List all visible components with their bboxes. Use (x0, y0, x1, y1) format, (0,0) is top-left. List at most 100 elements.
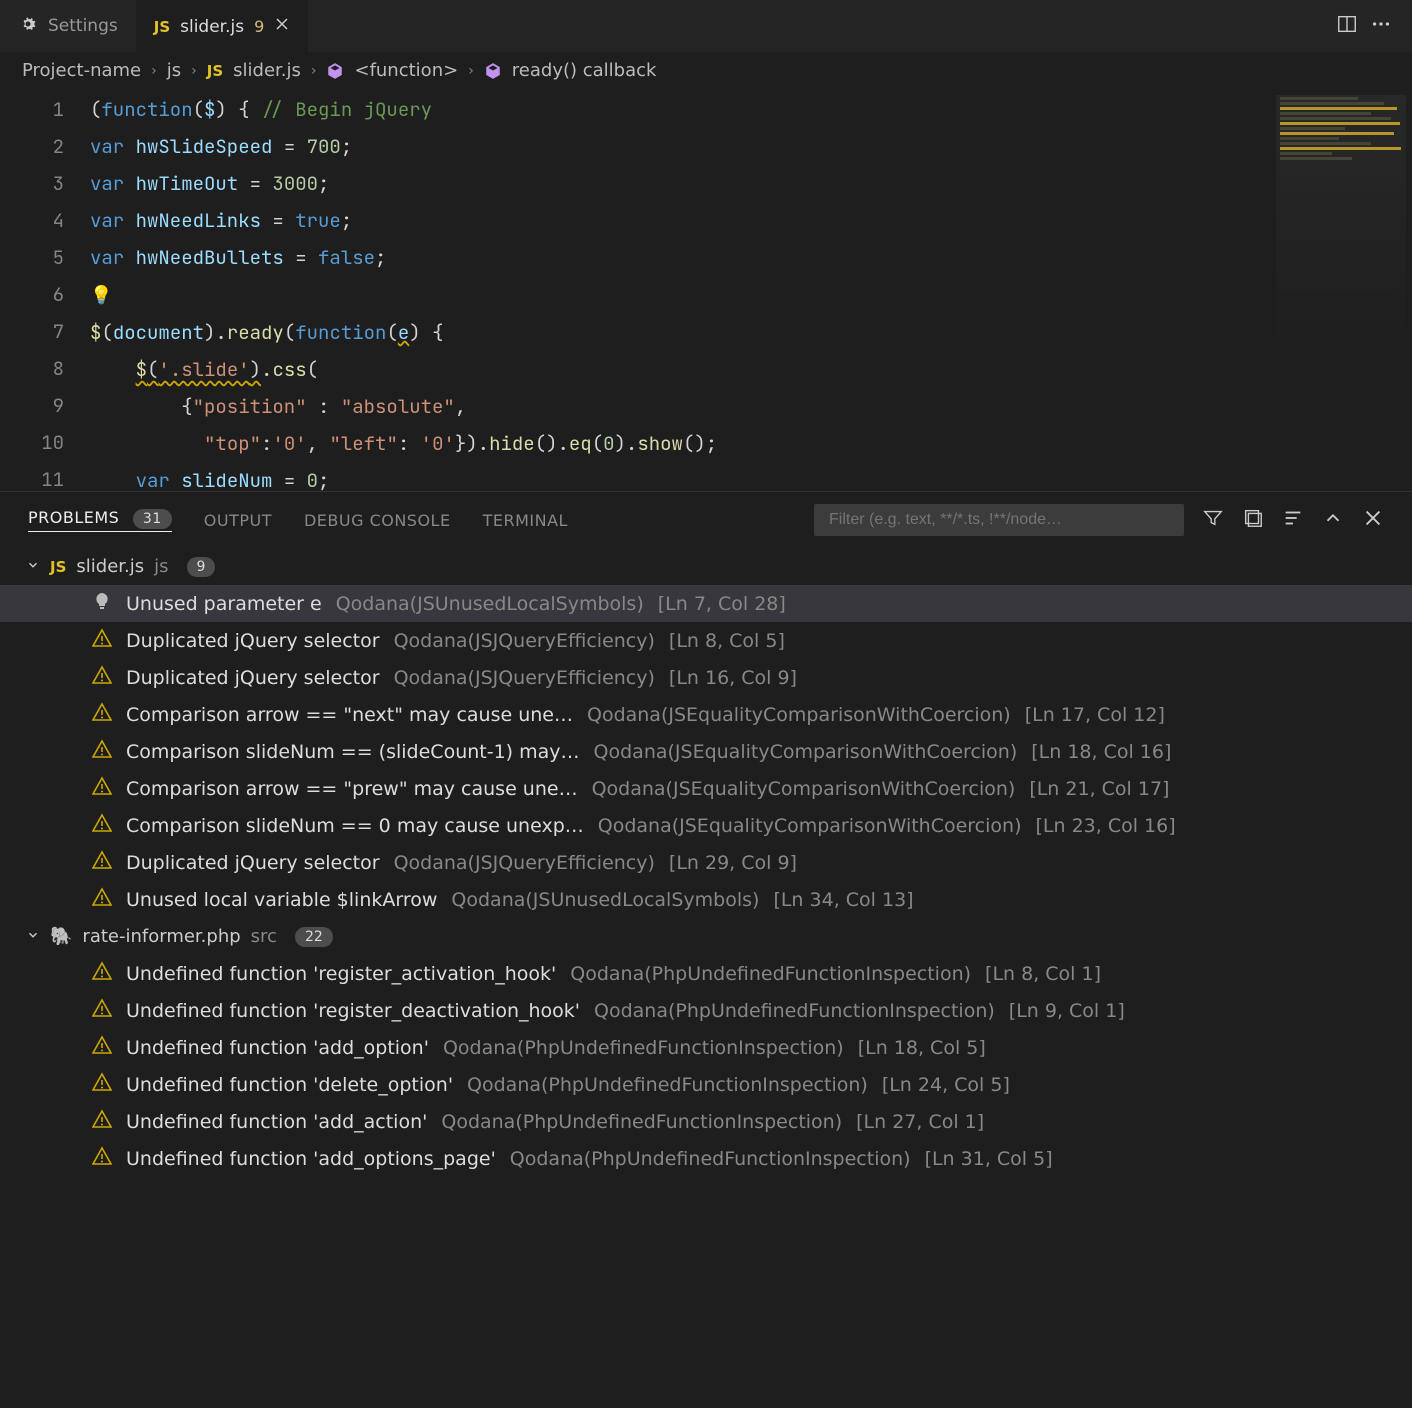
problem-location: [Ln 16, Col 9] (669, 667, 797, 689)
breadcrumb-segment[interactable]: ready() callback (512, 60, 657, 81)
problem-source: Qodana(PhpUndefinedFunctionInspection) (443, 1037, 844, 1059)
problem-message: Comparison slideNum == 0 may cause unexp… (126, 815, 584, 837)
tab-settings[interactable]: Settings (0, 0, 136, 52)
filter-icon[interactable] (1202, 507, 1224, 533)
gear-icon (18, 14, 38, 39)
breadcrumb: Project-name › js › JS slider.js › <func… (0, 52, 1412, 91)
problem-item[interactable]: Comparison arrow == "prew" may cause une… (0, 770, 1412, 807)
problem-message: Undefined function 'add_option' (126, 1037, 429, 1059)
code-line[interactable]: var slideNum = 0; (90, 462, 1412, 491)
problem-message: Unused parameter e (126, 593, 322, 615)
close-panel-icon[interactable] (1362, 507, 1384, 533)
problem-source: Qodana(JSEqualityComparisonWithCoercion) (598, 815, 1022, 837)
line-number: 11 (0, 461, 64, 491)
problem-location: [Ln 9, Col 1] (1009, 1000, 1125, 1022)
code-editor[interactable]: 12345678910111213 (function($) { // Begi… (0, 91, 1412, 491)
problem-item[interactable]: Comparison arrow == "next" may cause une… (0, 696, 1412, 733)
line-number: 4 (0, 202, 64, 239)
problem-item[interactable]: Comparison slideNum == 0 may cause unexp… (0, 807, 1412, 844)
minimap[interactable] (1276, 95, 1406, 355)
warning-icon (92, 1072, 112, 1097)
code-line[interactable]: var hwSlideSpeed = 700; (90, 128, 1412, 165)
more-icon[interactable] (1370, 13, 1392, 40)
problem-source: Qodana(PhpUndefinedFunctionInspection) (510, 1148, 911, 1170)
problem-item[interactable]: Unused parameter e Qodana(JSUnusedLocalSy… (0, 585, 1412, 622)
problem-location: [Ln 18, Col 16] (1031, 741, 1171, 763)
symbol-function-icon (484, 62, 502, 80)
problem-location: [Ln 29, Col 9] (669, 852, 797, 874)
problems-filter-input[interactable] (814, 504, 1184, 536)
code-content[interactable]: (function($) { // Begin jQueryvar hwSlid… (90, 91, 1412, 491)
tab-output[interactable]: OUTPUT (204, 511, 272, 530)
chevron-up-icon[interactable] (1322, 507, 1344, 533)
problem-location: [Ln 27, Col 1] (856, 1111, 984, 1133)
breadcrumb-segment[interactable]: js (167, 60, 181, 81)
code-line[interactable]: "top":'0', "left": '0'}).hide().eq(0).sh… (90, 425, 1412, 462)
file-name: rate-informer.php (82, 926, 240, 947)
warning-icon (92, 628, 112, 653)
problem-message: Comparison arrow == "prew" may cause une… (126, 778, 578, 800)
close-icon[interactable] (274, 16, 290, 37)
tab-terminal[interactable]: TERMINAL (483, 511, 568, 530)
code-line[interactable]: $('.slide').css( (90, 351, 1412, 388)
split-editor-icon[interactable] (1336, 13, 1358, 40)
problem-message: Unused local variable $linkArrow (126, 889, 437, 911)
problem-item[interactable]: Undefined function 'delete_option'Qodana… (0, 1066, 1412, 1103)
problem-message: Duplicated jQuery selector (126, 630, 380, 652)
warning-icon (92, 665, 112, 690)
problem-item[interactable]: Undefined function 'add_option' Qodana(Ph… (0, 1029, 1412, 1066)
problem-item[interactable]: Undefined function 'register_activation_… (0, 955, 1412, 992)
problem-message: Undefined function 'delete_option' (126, 1074, 453, 1096)
problem-item[interactable]: Undefined function 'add_action'Qodana(Ph… (0, 1103, 1412, 1140)
problem-item[interactable]: Undefined function 'add_options_page' Qod… (0, 1140, 1412, 1177)
problem-message: Undefined function 'add_options_page' (126, 1148, 496, 1170)
problem-location: [Ln 8, Col 5] (669, 630, 785, 652)
problem-item[interactable]: Unused local variable $linkArrowQodana(J… (0, 881, 1412, 918)
problem-location: [Ln 23, Col 16] (1036, 815, 1176, 837)
warning-icon (92, 887, 112, 912)
php-file-icon: 🐘 (50, 926, 72, 947)
tab-problems[interactable]: PROBLEMS 31 (28, 508, 172, 532)
problem-source: Qodana(JSJQueryEfficiency) (394, 667, 655, 689)
problem-file-group[interactable]: 🐘 rate-informer.php src 22 (0, 918, 1412, 955)
warning-icon (92, 961, 112, 986)
problem-item[interactable]: Comparison slideNum == (slideCount-1) ma… (0, 733, 1412, 770)
tab-slider-js[interactable]: JS slider.js 9 (136, 0, 309, 52)
code-line[interactable]: var hwNeedBullets = false; (90, 239, 1412, 276)
breadcrumb-segment[interactable]: slider.js (233, 60, 301, 81)
breadcrumb-segment[interactable]: <function> (354, 60, 458, 81)
code-line[interactable]: $(document).ready(function(e) { (90, 314, 1412, 351)
problems-list: JSslider.jsjs9 Unused parameter e Qodana(J… (0, 548, 1412, 1408)
line-number: 7 (0, 313, 64, 350)
problem-item[interactable]: Duplicated jQuery selectorQodana(JSJQuer… (0, 844, 1412, 881)
view-as-tree-icon[interactable] (1282, 507, 1304, 533)
line-number: 3 (0, 165, 64, 202)
problem-message: Duplicated jQuery selector (126, 852, 380, 874)
problem-item[interactable]: Undefined function 'register_deactivatio… (0, 992, 1412, 1029)
group-count-badge: 22 (295, 927, 333, 947)
code-line[interactable]: var hwTimeOut = 3000; (90, 165, 1412, 202)
warning-icon (92, 776, 112, 801)
tab-debug-console[interactable]: DEBUG CONSOLE (304, 511, 451, 530)
problem-source: Qodana(JSEqualityComparisonWithCoercion) (587, 704, 1011, 726)
code-line[interactable]: var hwNeedLinks = true; (90, 202, 1412, 239)
problem-file-group[interactable]: JSslider.jsjs9 (0, 548, 1412, 585)
symbol-function-icon (326, 62, 344, 80)
problem-item[interactable]: Duplicated jQuery selectorQodana(JSJQuer… (0, 659, 1412, 696)
panel: PROBLEMS 31 OUTPUT DEBUG CONSOLE TERMINA… (0, 491, 1412, 1408)
code-line[interactable]: (function($) { // Begin jQuery (90, 91, 1412, 128)
tab-label: Settings (48, 16, 118, 36)
problem-location: [Ln 21, Col 17] (1029, 778, 1169, 800)
breadcrumb-segment[interactable]: Project-name (22, 60, 141, 81)
problem-source: Qodana(JSUnusedLocalSymbols) (336, 593, 644, 615)
file-folder: src (251, 926, 277, 947)
code-line[interactable]: 💡 (90, 276, 1412, 314)
problem-item[interactable]: Duplicated jQuery selectorQodana(JSJQuer… (0, 622, 1412, 659)
tab-label: slider.js (180, 17, 244, 37)
collapse-all-icon[interactable] (1242, 507, 1264, 533)
line-number: 1 (0, 91, 64, 128)
tab-bar: Settings JS slider.js 9 (0, 0, 1412, 52)
group-count-badge: 9 (187, 557, 216, 577)
code-line[interactable]: {"position" : "absolute", (90, 388, 1412, 425)
problem-source: Qodana(JSEqualityComparisonWithCoercion) (592, 778, 1016, 800)
